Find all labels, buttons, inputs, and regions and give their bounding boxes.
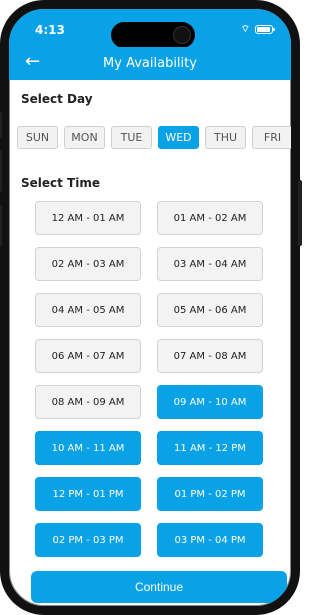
time-slot[interactable]: 05 AM - 06 AM <box>157 293 263 327</box>
time-slot-selected[interactable]: 02 PM - 03 PM <box>35 523 141 557</box>
time-slot-selected[interactable]: 11 AM - 12 PM <box>157 431 263 465</box>
status-time: 4:13 <box>35 23 65 37</box>
continue-button[interactable]: Continue <box>31 571 287 603</box>
time-slot-grid: 12 AM - 01 AM 01 AM - 02 AM 02 AM - 03 A… <box>35 201 275 557</box>
time-slot[interactable]: 08 AM - 09 AM <box>35 385 141 419</box>
day-chip-wed[interactable]: WED <box>158 126 199 149</box>
day-chip-mon[interactable]: MON <box>64 126 105 149</box>
select-time-label: Select Time <box>21 176 101 190</box>
day-chip-sun[interactable]: SUN <box>17 126 58 149</box>
volume-down-button <box>0 205 2 247</box>
day-chip-thu[interactable]: THU <box>205 126 246 149</box>
status-icons: ⌔ <box>240 23 275 36</box>
time-slot[interactable]: 01 AM - 02 AM <box>157 201 263 235</box>
time-slot-selected[interactable]: 10 AM - 11 AM <box>35 431 141 465</box>
time-slot[interactable]: 12 AM - 01 AM <box>35 201 141 235</box>
app-header: ← My Availability <box>9 47 291 80</box>
back-arrow-icon[interactable]: ← <box>25 51 40 72</box>
volume-up-button <box>0 150 2 192</box>
home-indicator <box>109 611 209 614</box>
select-day-label: Select Day <box>21 92 93 106</box>
time-slot[interactable]: 04 AM - 05 AM <box>35 293 141 327</box>
time-slot-selected[interactable]: 01 PM - 02 PM <box>157 477 263 511</box>
wifi-icon: ⌔ <box>240 24 250 35</box>
day-chip-fri[interactable]: FRI <box>252 126 291 149</box>
time-slot[interactable]: 06 AM - 07 AM <box>35 339 141 373</box>
time-slot-selected[interactable]: 09 AM - 10 AM <box>157 385 263 419</box>
day-chip-tue[interactable]: TUE <box>111 126 152 149</box>
mute-switch <box>0 112 2 138</box>
battery-icon <box>255 25 275 34</box>
power-button <box>298 180 302 246</box>
time-slot[interactable]: 07 AM - 08 AM <box>157 339 263 373</box>
dynamic-island <box>111 22 195 48</box>
camera-icon <box>173 26 191 44</box>
time-slot[interactable]: 02 AM - 03 AM <box>35 247 141 281</box>
phone-frame: 4:13 ⌔ ← My Availability Select Day SUN … <box>0 0 300 615</box>
time-slot[interactable]: 03 AM - 04 AM <box>157 247 263 281</box>
page-title: My Availability <box>103 56 197 71</box>
time-slot-selected[interactable]: 03 PM - 04 PM <box>157 523 263 557</box>
day-selector: SUN MON TUE WED THU FRI <box>17 126 291 149</box>
status-bar: 4:13 ⌔ <box>9 9 291 48</box>
time-slot-selected[interactable]: 12 PM - 01 PM <box>35 477 141 511</box>
